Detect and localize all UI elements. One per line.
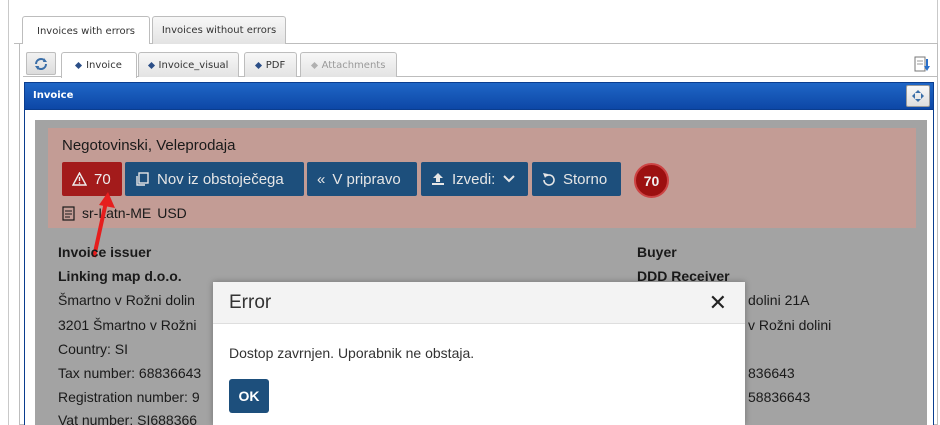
- error-dialog: Error ✕ Dostop zavrnjen. Uporabnik ne ob…: [213, 282, 745, 425]
- currency-code: USD: [157, 205, 187, 221]
- tab-invoice[interactable]: Invoice: [61, 52, 137, 78]
- tab-label: PDF: [265, 59, 286, 71]
- company-name: Negotovinski, Veleprodaja: [62, 137, 236, 154]
- issuer-registration-number: Registration number: 9: [58, 389, 200, 405]
- error-count-button[interactable]: 70: [62, 162, 122, 196]
- tab-label: Invoice: [86, 60, 122, 71]
- inner-tab-bar: Invoice Invoice_visual PDF Attachments: [23, 50, 938, 78]
- issuer-vat-number: Vat number: SI688366: [58, 412, 198, 425]
- error-count-label: 70: [94, 170, 111, 188]
- issuer-address-line1: Šmartno v Rožni dolin: [58, 292, 195, 308]
- copy-from-existing-button[interactable]: Nov iz obstoječega: [125, 162, 304, 196]
- to-preparation-button[interactable]: « V pripravo: [307, 162, 417, 196]
- diamond-icon: [254, 61, 262, 69]
- export-label: Izvedi:: [452, 170, 496, 188]
- storno-button[interactable]: Storno: [532, 162, 621, 196]
- error-count-badge[interactable]: 70: [634, 163, 669, 198]
- download-icon[interactable]: [912, 54, 932, 74]
- ok-button[interactable]: OK: [229, 379, 269, 413]
- tab-attachments[interactable]: Attachments: [300, 52, 397, 77]
- copy-icon: [136, 171, 149, 186]
- buyer-address-line1: dolini 21A: [748, 292, 810, 308]
- close-icon[interactable]: ✕: [709, 290, 727, 316]
- dialog-message: Dostop zavrnjen. Uporabnik ne obstaja.: [229, 345, 475, 361]
- refresh-button[interactable]: [26, 52, 56, 75]
- tab-label: Attachments: [321, 59, 386, 71]
- prepare-label: V pripravo: [332, 170, 401, 188]
- dialog-header: Error ✕: [213, 282, 745, 324]
- document-language-icon: [62, 205, 75, 221]
- issuer-name: Linking map d.o.o.: [58, 268, 182, 284]
- double-chevron-left-icon: «: [317, 170, 326, 188]
- dialog-title: Error: [229, 292, 272, 313]
- tab-label: Invoice_visual: [158, 59, 229, 71]
- export-dropdown-button[interactable]: Izvedi:: [421, 162, 528, 196]
- tab-invoices-with-errors[interactable]: Invoices with errors: [22, 16, 150, 45]
- diamond-icon: [75, 61, 83, 70]
- issuer-country: Country: SI: [58, 341, 129, 357]
- buyer-registration-number: 58836643: [748, 389, 811, 405]
- document-meta: sr-Latn-ME USD: [62, 205, 187, 221]
- tab-invoices-without-errors[interactable]: Invoices without errors: [152, 16, 286, 44]
- panel-header: Invoice: [24, 82, 934, 110]
- copy-label: Nov iz obstoječega: [157, 170, 284, 188]
- issuer-address-line2: 3201 Šmartno v Rožni: [58, 317, 197, 333]
- warning-icon: [72, 172, 87, 186]
- buyer-heading: Buyer: [637, 244, 677, 260]
- issuer-tax-number: Tax number: 68836643: [58, 365, 202, 381]
- undo-icon: [543, 173, 555, 186]
- outer-tab-bar: Invoices with errors Invoices without er…: [14, 14, 938, 45]
- refresh-icon: [35, 57, 47, 70]
- expand-icon: [912, 90, 924, 102]
- upload-icon: [432, 173, 444, 185]
- expand-button[interactable]: [906, 85, 930, 107]
- tab-pdf[interactable]: PDF: [244, 52, 297, 77]
- buyer-tax-number: 836643: [748, 365, 795, 381]
- storno-label: Storno: [563, 170, 608, 188]
- diamond-icon: [310, 61, 318, 69]
- tab-invoice-visual[interactable]: Invoice_visual: [138, 52, 239, 77]
- panel-title: Invoice: [33, 90, 74, 101]
- diamond-icon: [147, 61, 155, 69]
- issuer-heading: Invoice issuer: [58, 244, 152, 260]
- chevron-down-icon: [503, 175, 516, 183]
- buyer-address-line2: v Rožni dolini: [748, 317, 832, 333]
